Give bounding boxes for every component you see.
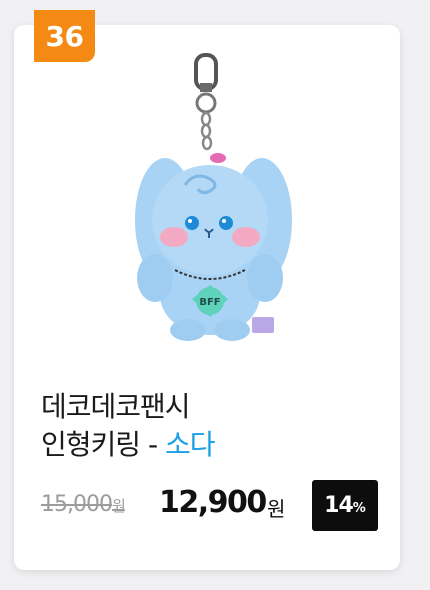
sale-price-unit: 원 xyxy=(267,497,286,521)
svg-text:BFF: BFF xyxy=(199,297,220,308)
discount-badge: 14% xyxy=(312,480,378,531)
product-title-line1: 데코데코팬시 xyxy=(41,390,191,423)
discount-unit: % xyxy=(352,501,366,516)
price-row: 15,000원 12,900 원 14% xyxy=(41,480,386,532)
original-price: 15,000원 xyxy=(41,492,126,517)
rank-badge: 36 xyxy=(34,10,95,62)
original-price-value: 15,000 xyxy=(41,492,113,517)
sale-price: 12,900 xyxy=(159,485,267,520)
plush-bunny: BFF xyxy=(135,153,292,341)
keyring-clasp-icon xyxy=(194,53,218,151)
product-variant: 소다 xyxy=(164,428,216,461)
original-price-unit: 원 xyxy=(111,497,126,515)
rank-number: 36 xyxy=(45,19,84,53)
product-title[interactable]: 데코데코팬시 인형키링 - 소다 xyxy=(41,388,381,464)
product-title-line2: 인형키링 - 소다 xyxy=(41,426,381,464)
discount-value: 14 xyxy=(324,493,354,518)
product-title-prefix: 인형키링 - xyxy=(41,428,165,461)
product-image[interactable]: BFF xyxy=(110,45,310,345)
